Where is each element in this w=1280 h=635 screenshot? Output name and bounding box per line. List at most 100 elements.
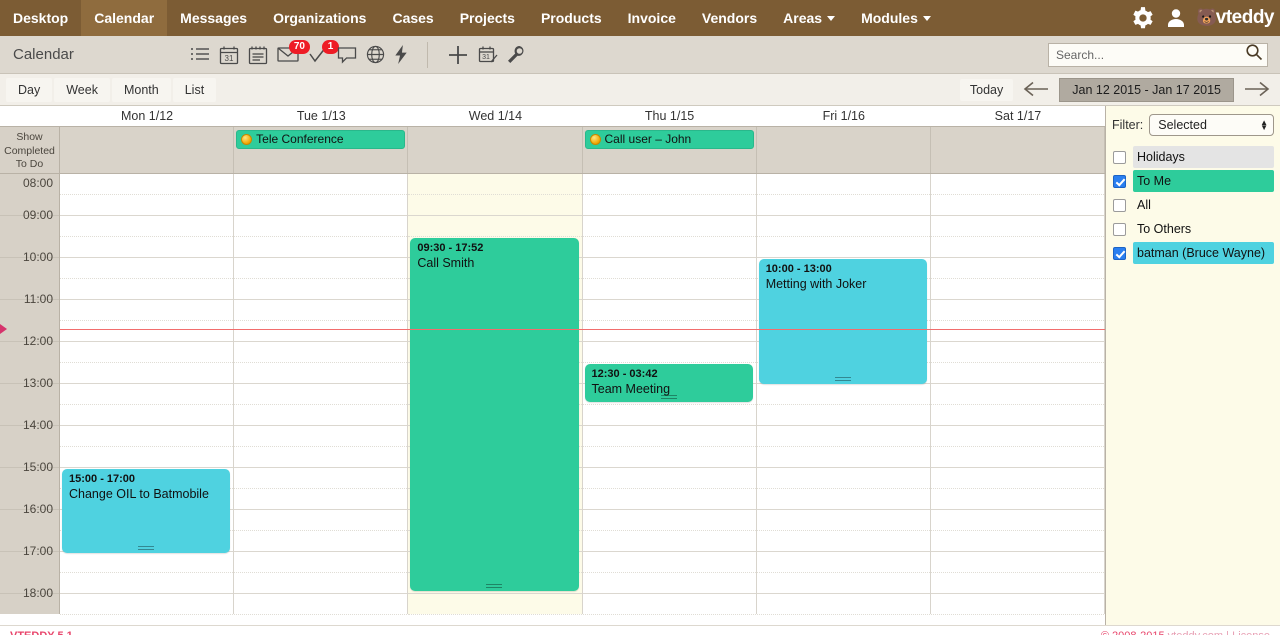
filter-checkbox[interactable] [1113,247,1126,260]
calendar-event[interactable]: 15:00 - 17:00Change OIL to Batmobile [62,469,230,553]
hour-cell[interactable] [757,384,930,426]
day-header[interactable]: Sat 1/17 [931,106,1105,126]
search-input[interactable] [1056,48,1245,62]
filter-checkbox[interactable] [1113,175,1126,188]
hour-cell[interactable] [60,426,233,468]
hour-cell[interactable] [60,594,233,625]
hour-cell[interactable] [60,258,233,300]
hour-cell[interactable] [757,552,930,594]
day-header[interactable]: Thu 1/15 [583,106,757,126]
hour-cell[interactable] [757,174,930,216]
hour-cell[interactable] [931,552,1104,594]
hour-cell[interactable] [234,510,407,552]
hour-cell[interactable] [234,594,407,625]
hour-cell[interactable] [583,510,756,552]
all-day-cell[interactable] [408,127,582,173]
day-header[interactable]: Mon 1/12 [60,106,234,126]
hour-cell[interactable] [931,216,1104,258]
search-box[interactable] [1048,43,1268,67]
gear-icon[interactable] [1130,5,1156,31]
hour-cell[interactable] [757,426,930,468]
hour-cell[interactable] [60,384,233,426]
all-day-cell[interactable] [60,127,234,173]
nav-item-projects[interactable]: Projects [447,0,528,36]
show-completed-todo-label[interactable]: Show Completed To Do [0,127,60,173]
hour-cell[interactable] [60,342,233,384]
calendar-day-icon[interactable]: 31 [219,45,239,65]
hour-cell[interactable] [234,216,407,258]
hour-cell[interactable] [234,468,407,510]
calendar-add-icon[interactable]: 31 [478,45,498,65]
hour-cell[interactable] [931,174,1104,216]
all-day-cell[interactable]: Tele Conference [234,127,408,173]
hour-cell[interactable] [757,216,930,258]
today-button[interactable]: Today [960,79,1013,101]
hour-cell[interactable] [757,510,930,552]
all-day-event[interactable]: Call user – John [585,130,754,149]
all-day-cell[interactable] [757,127,931,173]
day-header[interactable]: Fri 1/16 [757,106,931,126]
hour-cell[interactable] [234,384,407,426]
hour-cell[interactable] [931,510,1104,552]
filter-item[interactable]: All [1112,193,1274,217]
view-button-week[interactable]: Week [54,78,110,102]
nav-item-cases[interactable]: Cases [379,0,446,36]
footer-license-link[interactable]: License [1232,630,1270,635]
hour-cell[interactable] [931,594,1104,625]
hour-cell[interactable] [583,426,756,468]
hour-cell[interactable] [60,552,233,594]
view-button-day[interactable]: Day [6,78,52,102]
event-resize-handle[interactable] [486,584,502,588]
hour-cell[interactable] [931,258,1104,300]
day-column[interactable]: 12:30 - 03:42Team Meeting [583,174,757,614]
plus-icon[interactable] [447,44,469,66]
hour-cell[interactable] [408,594,581,625]
lightning-icon[interactable] [394,45,408,64]
calendar-event[interactable]: 10:00 - 13:00Metting with Joker [759,259,927,384]
event-resize-handle[interactable] [138,546,154,550]
all-day-event[interactable]: Tele Conference [236,130,405,149]
hour-cell[interactable] [234,342,407,384]
filter-item[interactable]: To Others [1112,217,1274,241]
hour-cell[interactable] [234,426,407,468]
filter-item[interactable]: batman (Bruce Wayne) [1112,241,1274,265]
day-header[interactable]: Tue 1/13 [234,106,408,126]
nav-item-areas[interactable]: Areas [770,0,848,36]
hour-cell[interactable] [234,258,407,300]
date-range-label[interactable]: Jan 12 2015 - Jan 17 2015 [1059,78,1234,102]
view-button-list[interactable]: List [173,78,216,102]
nav-item-desktop[interactable]: Desktop [0,0,81,36]
day-column[interactable]: 10:00 - 13:00Metting with Joker [757,174,931,614]
day-column[interactable] [931,174,1105,614]
hour-cell[interactable] [60,216,233,258]
hour-cell[interactable] [234,552,407,594]
filter-item[interactable]: Holidays [1112,145,1274,169]
calendar-agenda-icon[interactable] [248,45,268,65]
filter-checkbox[interactable] [1113,151,1126,164]
hour-cell[interactable] [931,384,1104,426]
nav-item-calendar[interactable]: Calendar [81,0,167,36]
hour-cell[interactable] [931,300,1104,342]
search-icon[interactable] [1245,43,1263,66]
calendar-event[interactable]: 12:30 - 03:42Team Meeting [585,364,753,402]
all-day-cell[interactable] [931,127,1105,173]
day-column[interactable] [234,174,408,614]
hour-cell[interactable] [757,468,930,510]
hour-cell[interactable] [931,342,1104,384]
nav-item-products[interactable]: Products [528,0,615,36]
hour-cell[interactable] [931,426,1104,468]
nav-item-messages[interactable]: Messages [167,0,260,36]
hour-cell[interactable] [583,594,756,625]
envelope-icon[interactable]: 70 [277,46,299,63]
hour-cell[interactable] [583,174,756,216]
day-column[interactable]: 09:30 - 17:52Call Smith [408,174,582,614]
hour-cell[interactable] [583,216,756,258]
hour-cell[interactable] [60,174,233,216]
all-day-cell[interactable]: Call user – John [583,127,757,173]
filter-select[interactable]: Selected ▲▼ [1149,114,1274,136]
nav-item-vendors[interactable]: Vendors [689,0,770,36]
day-header[interactable]: Wed 1/14 [408,106,582,126]
arrow-left-icon[interactable] [1019,81,1053,98]
hour-cell[interactable] [583,300,756,342]
view-button-month[interactable]: Month [112,78,171,102]
